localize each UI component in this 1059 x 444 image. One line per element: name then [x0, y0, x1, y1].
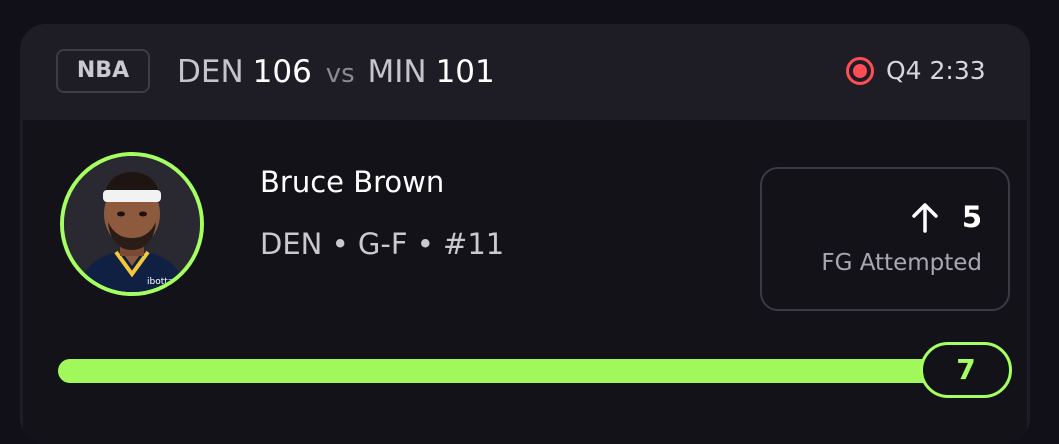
stat-value-row: 5 — [910, 199, 982, 235]
player-meta: DEN • G-F • #11 — [260, 227, 505, 261]
away-score: 101 — [435, 54, 495, 90]
stat-value: 5 — [961, 200, 982, 234]
stat-box[interactable]: 5 FG Attempted — [760, 167, 1010, 311]
vs-label: vs — [325, 59, 355, 89]
line-value-pill: 7 — [920, 342, 1012, 398]
progress-fill — [58, 359, 958, 383]
player-name[interactable]: Bruce Brown — [260, 164, 444, 200]
player-headshot: ibotta — [64, 156, 200, 292]
matchup-score: DEN 106 vs MIN 101 — [177, 52, 495, 94]
league-badge: NBA — [56, 49, 150, 93]
player-avatar: ibotta — [60, 152, 204, 296]
stat-label: FG Attempted — [821, 250, 982, 276]
away-team: MIN — [367, 54, 427, 90]
game-card[interactable]: NBA DEN 106 vs MIN 101 Q4 2:33 ibotta Br… — [20, 24, 1030, 444]
arrow-up-icon — [912, 203, 938, 233]
home-score: 106 — [252, 54, 312, 90]
player-prop-body: ibotta Bruce Brown DEN • G-F • #11 5 FG … — [23, 120, 1027, 444]
progress-track — [58, 359, 958, 383]
game-header: NBA DEN 106 vs MIN 101 Q4 2:33 — [20, 24, 1030, 120]
jersey-sponsor-wordmark: ibotta — [147, 277, 173, 287]
game-clock: Q4 2:33 — [886, 56, 986, 85]
live-record-icon — [846, 57, 874, 85]
home-team: DEN — [177, 54, 244, 90]
